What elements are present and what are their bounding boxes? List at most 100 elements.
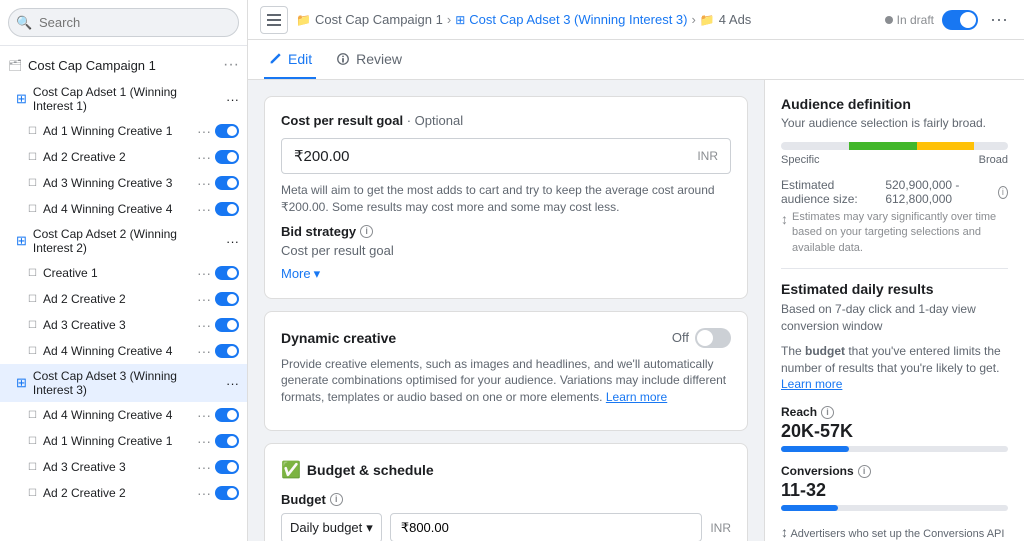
results-learn-more[interactable]: Learn more — [781, 377, 842, 391]
ad-item-2-1[interactable]: ☐ Creative 1 ··· — [0, 260, 247, 286]
ad-menu-3-3[interactable]: ··· — [197, 459, 211, 475]
budget-type-select[interactable]: Daily budget ▾ — [281, 513, 382, 541]
bid-strategy-info-icon[interactable]: i — [360, 225, 373, 238]
sidebar-tree: 🗂 Cost Cap Campaign 1 ··· ⊞ Cost Cap Ads… — [0, 46, 247, 541]
dynamic-creative-toggle[interactable] — [695, 328, 731, 348]
adset-label-2: Cost Cap Adset 2 (Winning Interest 2) — [33, 227, 220, 255]
ad-item-3-1[interactable]: ☐ Ad 4 Winning Creative 4 ··· — [0, 402, 247, 428]
dynamic-creative-header: Dynamic creative Off — [281, 328, 731, 348]
ad-item-1-2[interactable]: ☐ Ad 2 Creative 2 ··· — [0, 144, 247, 170]
ad-item-3-2[interactable]: ☐ Ad 1 Winning Creative 1 ··· — [0, 428, 247, 454]
ad-icon-3-1: ☐ — [28, 410, 37, 421]
ad-item-3-4[interactable]: ☐ Ad 2 Creative 2 ··· — [0, 480, 247, 506]
adset-label-1: Cost Cap Adset 1 (Winning Interest 1) — [33, 85, 220, 113]
ad-toggle-3-2[interactable] — [215, 434, 239, 448]
audience-title: Audience definition — [781, 96, 1008, 112]
adset-item-2[interactable]: ⊞ Cost Cap Adset 2 (Winning Interest 2) … — [0, 222, 247, 260]
ad-menu-2-4[interactable]: ··· — [197, 343, 211, 359]
ad-menu-1-4[interactable]: ··· — [197, 201, 211, 217]
ad-icon-3-4: ☐ — [28, 488, 37, 499]
ad-toggle-1-4[interactable] — [215, 202, 239, 216]
ad-label-3-1: Ad 4 Winning Creative 4 — [43, 408, 191, 422]
ad-item-2-3[interactable]: ☐ Ad 3 Creative 3 ··· — [0, 312, 247, 338]
adset-item-1[interactable]: ⊞ Cost Cap Adset 1 (Winning Interest 1) … — [0, 80, 247, 118]
ad-menu-2-3[interactable]: ··· — [197, 317, 211, 333]
breadcrumb-ads[interactable]: 4 Ads — [719, 12, 752, 27]
ad-menu-1-3[interactable]: ··· — [197, 175, 211, 191]
search-input[interactable] — [8, 8, 239, 37]
budget-title: Budget & schedule — [307, 462, 434, 478]
ad-toggle-1-3[interactable] — [215, 176, 239, 190]
reach-info-icon[interactable]: i — [821, 406, 834, 419]
conversions-bar — [781, 505, 1008, 511]
campaign-menu[interactable]: ··· — [223, 56, 239, 74]
audience-bar — [781, 142, 1008, 150]
cost-currency: INR — [697, 149, 718, 163]
campaign-icon: 🗂 — [8, 59, 22, 72]
budget-amount-input[interactable] — [390, 513, 703, 541]
ad-menu-2-2[interactable]: ··· — [197, 291, 211, 307]
ad-item-2-4[interactable]: ☐ Ad 4 Winning Creative 4 ··· — [0, 338, 247, 364]
adset-menu-3[interactable]: ··· — [226, 376, 239, 391]
ad-menu-3-1[interactable]: ··· — [197, 407, 211, 423]
sidebar: 🔍 🗂 Cost Cap Campaign 1 ··· ⊞ Cost Cap A… — [0, 0, 248, 541]
dynamic-creative-learn-more[interactable]: Learn more — [606, 390, 667, 404]
more-options-button[interactable]: ··· — [986, 5, 1012, 34]
ad-toggle-2-2[interactable] — [215, 292, 239, 306]
tab-edit[interactable]: Edit — [264, 40, 316, 79]
campaign-label: Cost Cap Campaign 1 — [28, 58, 217, 73]
breadcrumb-sep-2: › — [691, 12, 695, 27]
ad-item-3-3[interactable]: ☐ Ad 3 Creative 3 ··· — [0, 454, 247, 480]
ad-toggle-3-3[interactable] — [215, 460, 239, 474]
cost-title: Cost per result goal — [281, 113, 403, 128]
ad-item-1-1[interactable]: ☐ Ad 1 Winning Creative 1 ··· — [0, 118, 247, 144]
adset-item-3[interactable]: ⊞ Cost Cap Adset 3 (Winning Interest 3) … — [0, 364, 247, 402]
ad-label-1-3: Ad 3 Winning Creative 3 — [43, 176, 191, 190]
ad-label-1-2: Ad 2 Creative 2 — [43, 150, 191, 164]
ad-toggle-3-1[interactable] — [215, 408, 239, 422]
main-content: 📁 Cost Cap Campaign 1 › ⊞ Cost Cap Adset… — [248, 0, 1024, 541]
ad-toggle-2-1[interactable] — [215, 266, 239, 280]
ad-menu-3-4[interactable]: ··· — [197, 485, 211, 501]
nav-toggle-button[interactable] — [260, 6, 288, 34]
budget-label: Budget — [281, 492, 326, 507]
adset-label-3: Cost Cap Adset 3 (Winning Interest 3) — [33, 369, 220, 397]
estimated-results-title: Estimated daily results — [781, 281, 1008, 297]
ad-icon-2-4: ☐ — [28, 346, 37, 357]
campaign-item[interactable]: 🗂 Cost Cap Campaign 1 ··· — [0, 50, 247, 80]
ad-menu-3-2[interactable]: ··· — [197, 433, 211, 449]
ad-toggle-2-3[interactable] — [215, 318, 239, 332]
bar-broad-label: Broad — [979, 154, 1008, 166]
breadcrumb-campaign[interactable]: Cost Cap Campaign 1 — [315, 12, 443, 27]
main-toggle[interactable] — [942, 10, 978, 30]
more-link[interactable]: More ▾ — [281, 266, 320, 282]
reach-value: 20K-57K — [781, 421, 1008, 442]
status-label: In draft — [897, 13, 934, 27]
ad-item-2-2[interactable]: ☐ Ad 2 Creative 2 ··· — [0, 286, 247, 312]
tab-review[interactable]: Review — [332, 40, 406, 79]
ad-item-1-3[interactable]: ☐ Ad 3 Winning Creative 3 ··· — [0, 170, 247, 196]
ad-toggle-1-2[interactable] — [215, 150, 239, 164]
dynamic-creative-title: Dynamic creative — [281, 330, 396, 346]
dynamic-creative-card: Dynamic creative Off Provide creative el… — [264, 311, 748, 431]
budget-info-icon[interactable]: i — [330, 493, 343, 506]
ad-toggle-2-4[interactable] — [215, 344, 239, 358]
ad-menu-2-1[interactable]: ··· — [197, 265, 211, 281]
dynamic-creative-status: Off — [672, 330, 689, 345]
ad-toggle-3-4[interactable] — [215, 486, 239, 500]
ad-item-1-4[interactable]: ☐ Ad 4 Winning Creative 4 ··· — [0, 196, 247, 222]
breadcrumb-sep-1: › — [447, 12, 451, 27]
adset-menu-2[interactable]: ··· — [226, 234, 239, 249]
search-bar: 🔍 — [0, 0, 247, 46]
audience-size-info-icon[interactable]: i — [998, 186, 1008, 199]
nav-right: In draft ··· — [885, 5, 1012, 34]
status-dot — [885, 16, 893, 24]
ad-menu-1-2[interactable]: ··· — [197, 149, 211, 165]
conversions-info-icon[interactable]: i — [858, 465, 871, 478]
ad-label-2-3: Ad 3 Creative 3 — [43, 318, 191, 332]
ad-toggle-1-1[interactable] — [215, 124, 239, 138]
bid-strategy-value: Cost per result goal — [281, 243, 731, 258]
ad-menu-1-1[interactable]: ··· — [197, 123, 211, 139]
breadcrumb-adset: Cost Cap Adset 3 (Winning Interest 3) — [469, 12, 687, 27]
adset-menu-1[interactable]: ··· — [226, 92, 239, 107]
